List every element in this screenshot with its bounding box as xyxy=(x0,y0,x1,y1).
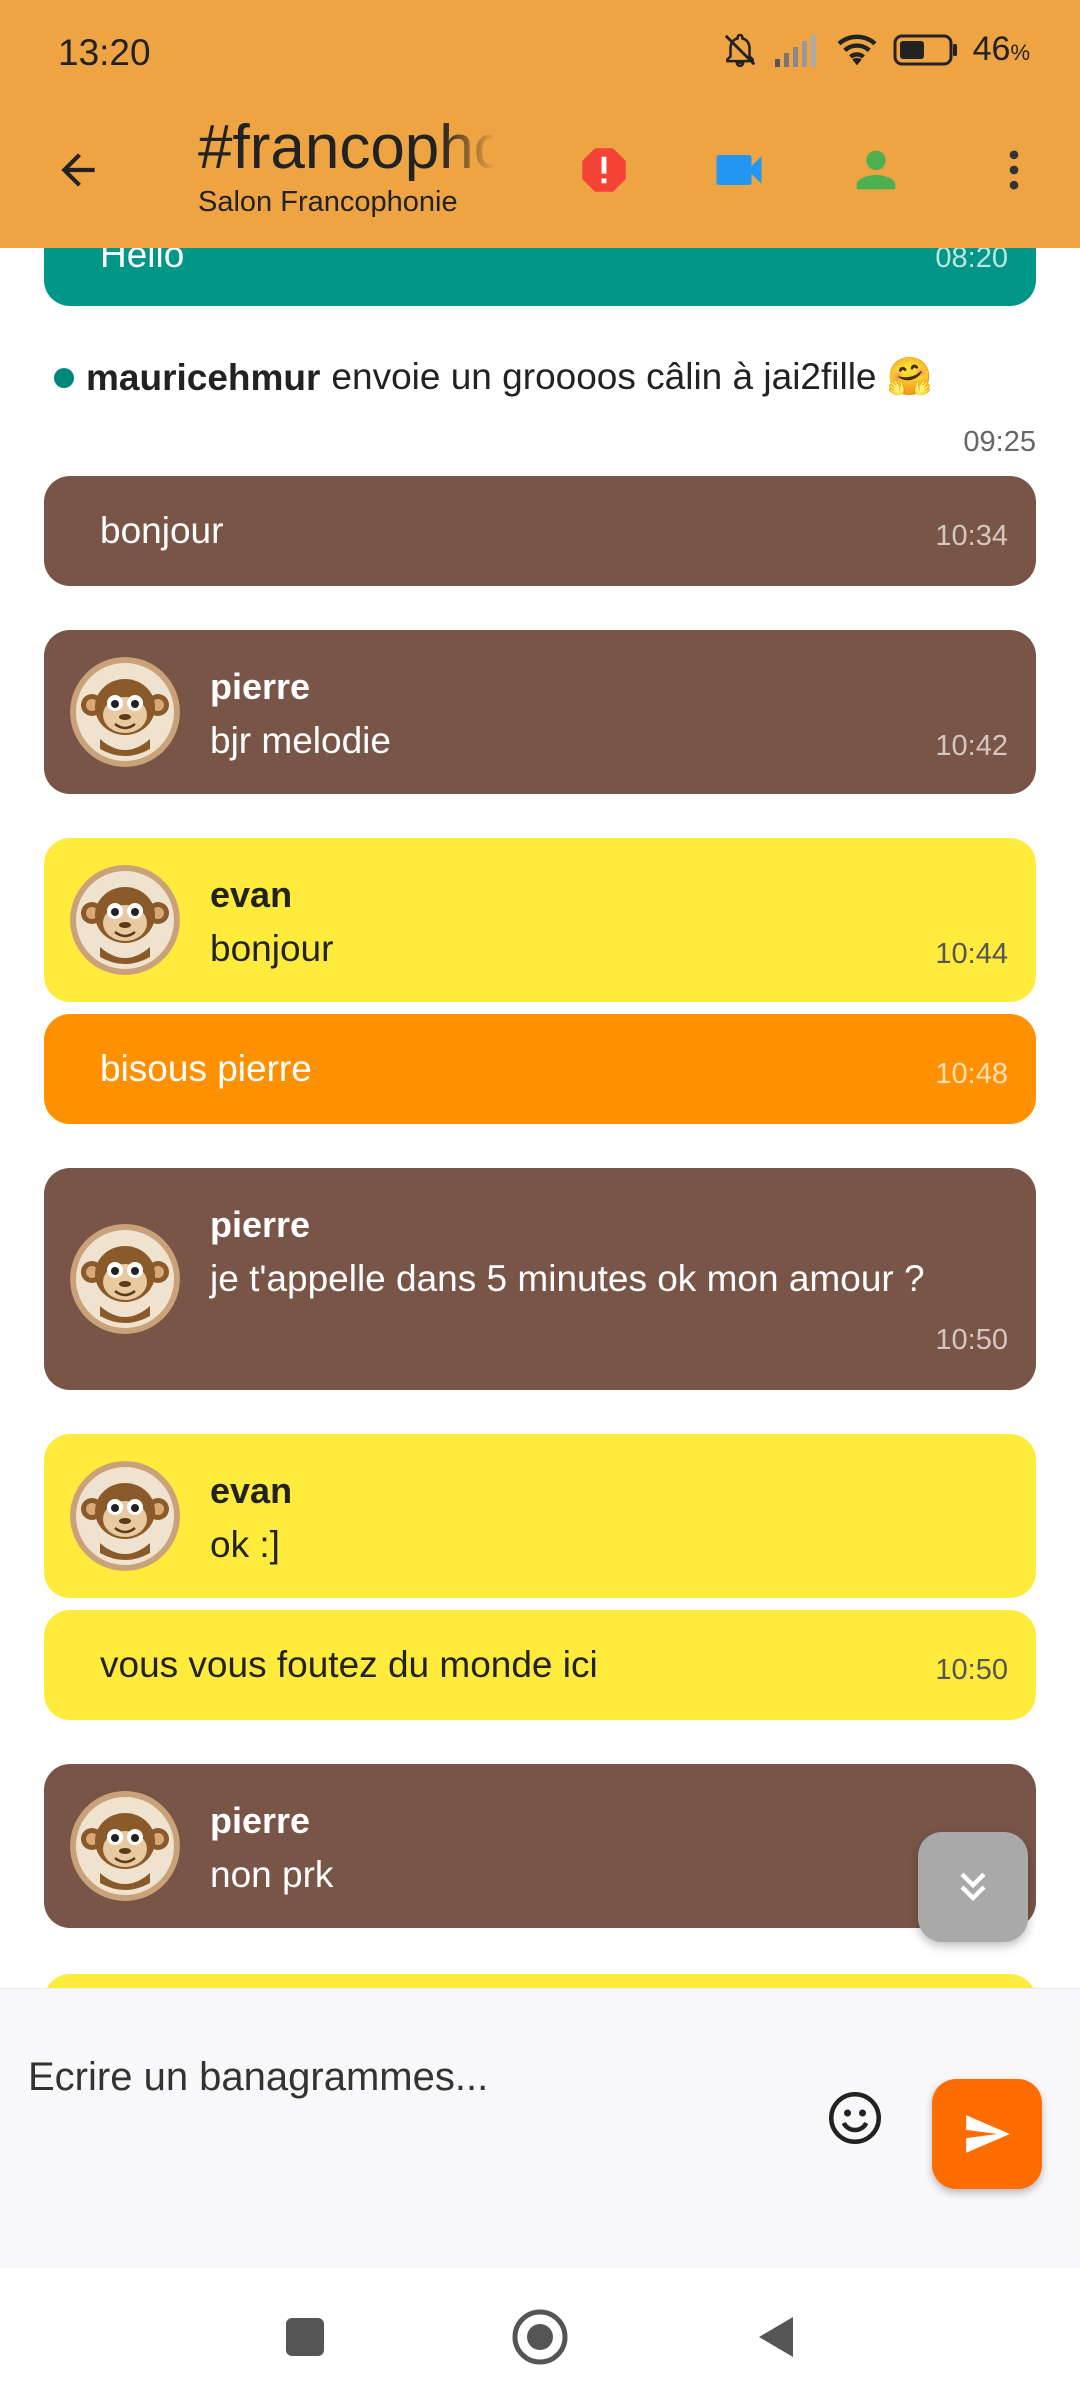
message-author[interactable]: evan xyxy=(210,1470,292,1512)
presence-dot xyxy=(54,367,74,388)
home-circle-icon xyxy=(512,2309,568,2365)
message-text: je t'appelle dans 5 minutes ok mon amour… xyxy=(210,1258,925,1299)
message-bubble[interactable]: evan bonjour 10:44 xyxy=(44,838,1036,1002)
emoji-button[interactable] xyxy=(822,2085,888,2151)
report-button[interactable] xyxy=(572,138,636,202)
action-text: envoie un groooos câlin à jai2fille 🤗 xyxy=(331,356,933,397)
bell-off-icon xyxy=(721,31,759,69)
message-bubble[interactable]: pierre je t'appelle dans 5 minutes ok mo… xyxy=(44,1168,1036,1390)
message-text: non prk xyxy=(210,1854,334,1895)
message-time: 10:48 xyxy=(935,1058,1008,1090)
message-bubble[interactable]: bisous pierre 10:48 xyxy=(44,1014,1036,1124)
action-username[interactable]: mauricehmur xyxy=(86,357,320,399)
action-message: mauricehmur envoie un groooos câlin à ja… xyxy=(54,356,933,399)
square-icon xyxy=(286,2318,324,2356)
message-bubble[interactable]: pierre bjr melodie 10:42 xyxy=(44,630,1036,794)
status-time: 13:20 xyxy=(58,32,151,73)
room-title: #francophonie xyxy=(198,113,494,182)
person-icon xyxy=(856,150,896,190)
system-navigation-bar xyxy=(0,2268,1080,2400)
status-icons: 46% xyxy=(721,30,1030,69)
message-time: 10:34 xyxy=(935,520,1008,552)
message-text: vous vous foutez du monde ici xyxy=(100,1644,598,1685)
scroll-to-bottom-button[interactable] xyxy=(918,1832,1028,1942)
battery-percent: 46% xyxy=(972,30,1030,68)
more-vertical-icon xyxy=(1009,150,1019,190)
message-text: bonjour xyxy=(100,510,224,551)
battery-icon xyxy=(893,33,959,67)
avatar[interactable] xyxy=(70,865,180,975)
message-time: 09:25 xyxy=(963,426,1036,458)
smiley-icon xyxy=(829,2092,881,2144)
message-time: 10:50 xyxy=(935,1324,1008,1356)
room-title-block[interactable]: #francophonie Salon Francophonie xyxy=(198,112,494,219)
members-button[interactable] xyxy=(844,138,908,202)
message-time: 08:20 xyxy=(935,248,1008,274)
avatar[interactable] xyxy=(70,1791,180,1901)
message-time: 10:42 xyxy=(935,730,1008,762)
double-chevron-down-icon xyxy=(960,1872,986,1902)
alert-octagon-icon xyxy=(582,148,626,192)
message-bubble[interactable]: evan ok :] xyxy=(44,1434,1036,1598)
message-text: bisous pierre xyxy=(100,1048,312,1089)
message-bubble-partial[interactable] xyxy=(44,1974,1036,1988)
signal-icon xyxy=(773,33,821,67)
message-time: 10:44 xyxy=(935,938,1008,970)
message-author[interactable]: pierre xyxy=(210,1800,310,1842)
more-options-button[interactable] xyxy=(982,138,1046,202)
send-icon xyxy=(966,2115,1010,2153)
message-input[interactable] xyxy=(28,2037,788,2117)
video-call-button[interactable] xyxy=(707,138,771,202)
message-text: Hello xyxy=(100,248,185,275)
home-button[interactable] xyxy=(505,2302,575,2372)
wifi-icon xyxy=(835,32,879,68)
message-bubble[interactable]: pierre non prk xyxy=(44,1764,1036,1928)
avatar[interactable] xyxy=(70,657,180,767)
message-bubble[interactable]: vous vous foutez du monde ici 10:50 xyxy=(44,1610,1036,1720)
video-camera-icon xyxy=(716,155,762,185)
message-author[interactable]: pierre xyxy=(210,666,310,708)
message-list[interactable]: Hello 08:20 mauricehmur envoie un groooo… xyxy=(0,248,1080,1988)
recents-button[interactable] xyxy=(270,2302,340,2372)
message-bubble[interactable]: bonjour 10:34 xyxy=(44,476,1036,586)
message-author[interactable]: evan xyxy=(210,874,292,916)
message-composer xyxy=(0,1988,1080,2268)
avatar[interactable] xyxy=(70,1461,180,1571)
message-text: ok :] xyxy=(210,1524,280,1565)
message-text: bonjour xyxy=(210,928,334,969)
send-button[interactable] xyxy=(932,2079,1042,2189)
app-header: 13:20 46% #francophonie Salon Francophon… xyxy=(0,0,1080,248)
message-author[interactable]: pierre xyxy=(210,1204,310,1246)
message-time: 10:50 xyxy=(935,1654,1008,1686)
back-button[interactable] xyxy=(46,138,110,202)
avatar[interactable] xyxy=(70,1224,180,1334)
room-subtitle: Salon Francophonie xyxy=(198,186,458,218)
message-text: bjr melodie xyxy=(210,720,391,761)
arrow-left-icon xyxy=(61,153,95,187)
message-bubble[interactable]: Hello 08:20 xyxy=(44,248,1036,306)
back-nav-button[interactable] xyxy=(740,2302,810,2372)
triangle-back-icon xyxy=(759,2317,793,2357)
